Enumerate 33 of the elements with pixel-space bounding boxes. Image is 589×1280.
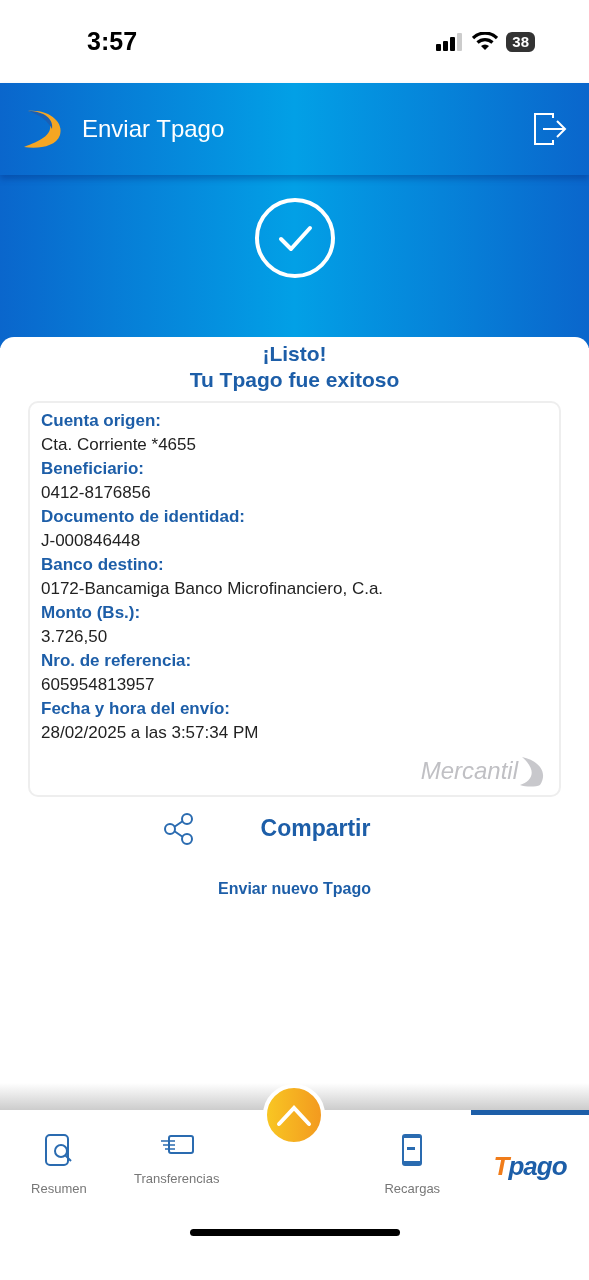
- wifi-icon: [472, 32, 499, 51]
- logout-icon[interactable]: [533, 112, 567, 146]
- status-time: 3:57: [87, 27, 138, 56]
- detail-label: Beneficiario:: [41, 458, 145, 480]
- tab-item[interactable]: Transferencias: [117, 1110, 236, 1223]
- check-circle-icon: [253, 197, 336, 279]
- success-heading: ¡Listo!: [262, 341, 327, 367]
- tab-item[interactable]: Recargas: [353, 1110, 472, 1223]
- detail-label: Documento de identidad:: [41, 506, 246, 528]
- page-title: Enviar Tpago: [82, 115, 226, 143]
- brand-watermark: Mercantil: [420, 757, 518, 785]
- tab-item[interactable]: Resumen: [0, 1110, 118, 1223]
- share-button[interactable]: Compartir: [254, 811, 377, 846]
- detail-value: 605954813957: [41, 674, 156, 696]
- detail-value: 0412-8176856: [41, 482, 152, 504]
- detail-value: Cta. Corriente *4655: [41, 434, 197, 456]
- detail-label: Nro. de referencia:: [41, 650, 193, 672]
- detail-value: 0172-Bancamiga Banco Microfinanciero, C.a.: [41, 578, 385, 600]
- detail-value: 28/02/2025 a las 3:57:34 PM: [41, 722, 260, 744]
- phone-icon: [401, 1133, 424, 1167]
- detail-label: Monto (Bs.):: [41, 602, 142, 624]
- tab-item[interactable]: Tpago: [471, 1110, 589, 1223]
- battery-indicator: 38: [506, 31, 535, 52]
- detail-value: 3.726,50: [41, 626, 109, 648]
- detail-label: Cuenta origen:: [41, 410, 162, 432]
- detail-value: J-000846448: [41, 530, 142, 552]
- signal-icon: [436, 32, 465, 51]
- new-transfer-link[interactable]: Enviar nuevo Tpago: [214, 876, 375, 902]
- document-search-icon: [43, 1133, 74, 1167]
- success-subheading: Tu Tpago fue exitoso: [189, 367, 400, 393]
- detail-label: Banco destino:: [41, 554, 165, 576]
- detail-label: Fecha y hora del envío:: [41, 698, 231, 720]
- transfer-icon: [158, 1133, 195, 1157]
